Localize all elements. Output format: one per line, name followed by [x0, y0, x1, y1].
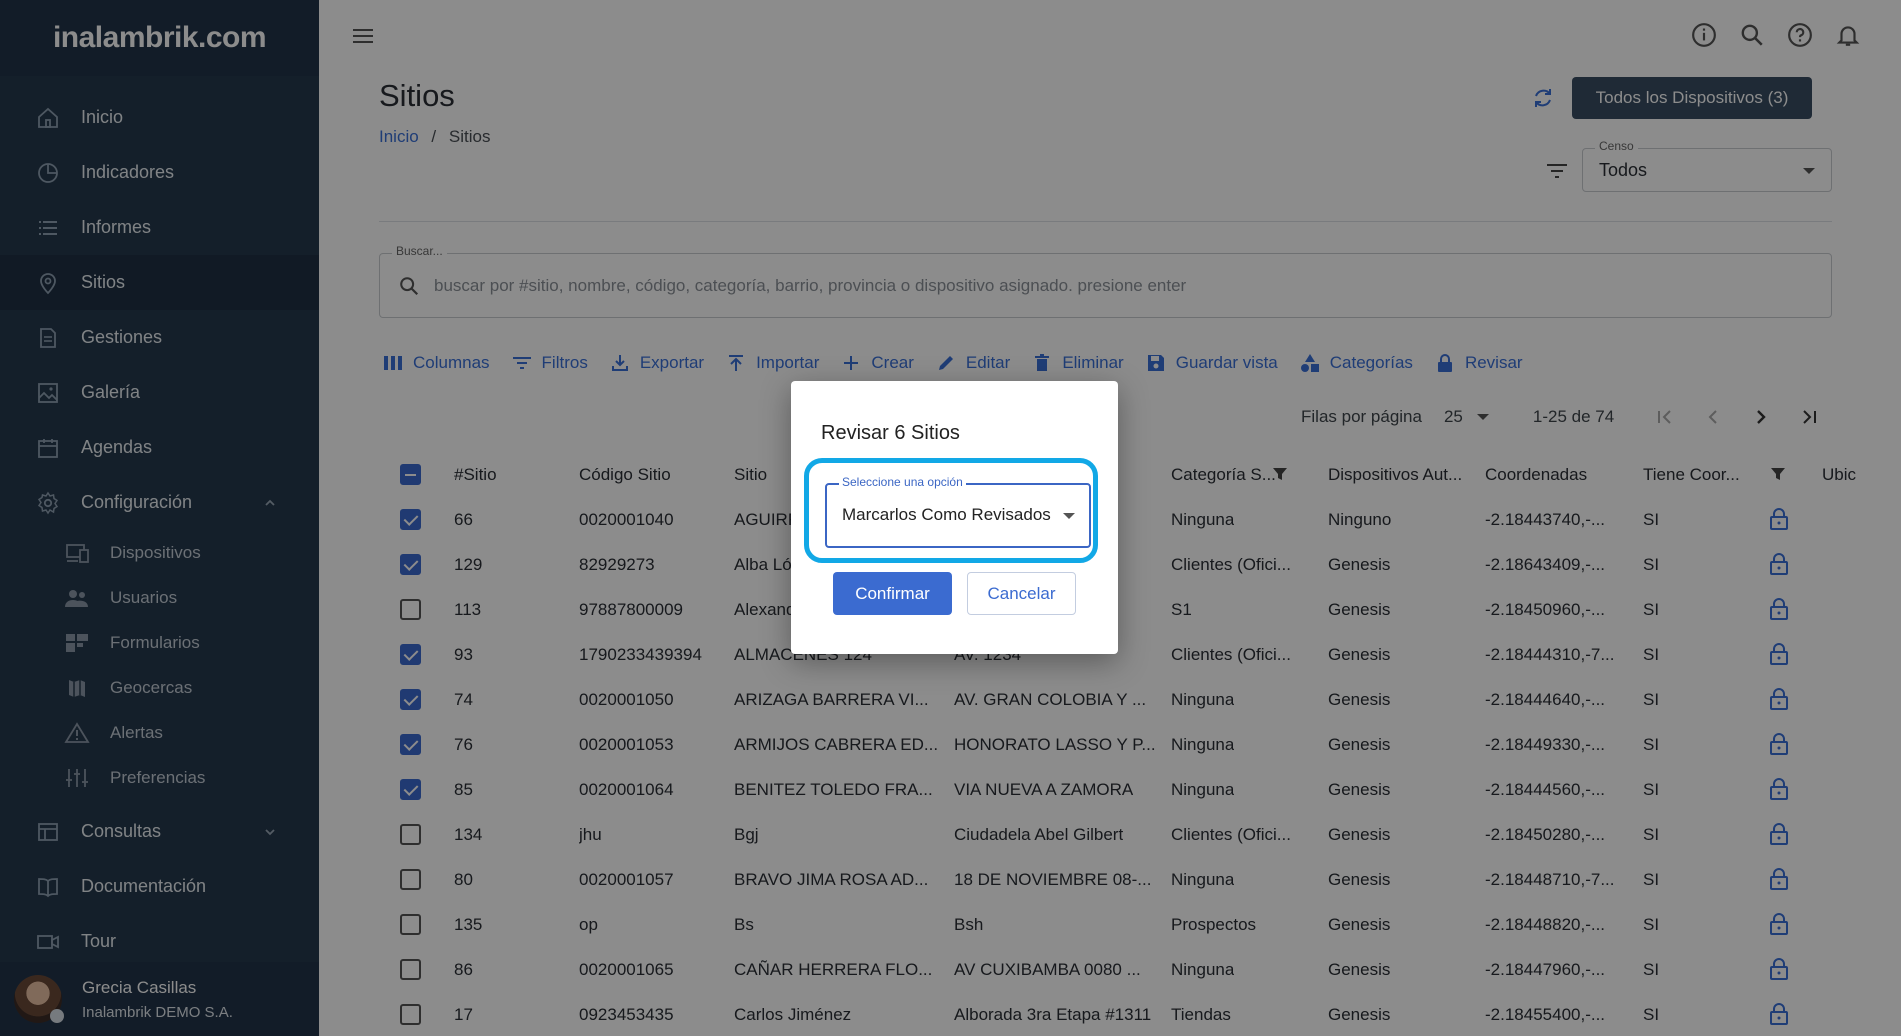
review-dialog: Revisar 6 Sitios Seleccione una opción M… [791, 381, 1118, 654]
select-value: Marcarlos Como Revisados [842, 505, 1051, 524]
select-focus-highlight: Seleccione una opción Marcarlos Como Rev… [804, 458, 1098, 563]
dialog-title: Revisar 6 Sitios [821, 422, 960, 444]
review-option-select[interactable]: Seleccione una opción Marcarlos Como Rev… [825, 475, 1091, 548]
confirm-button[interactable]: Confirmar [833, 572, 952, 615]
select-label: Seleccione una opción [839, 475, 966, 489]
cancel-button[interactable]: Cancelar [967, 572, 1076, 615]
chevron-down-icon [1063, 513, 1075, 519]
